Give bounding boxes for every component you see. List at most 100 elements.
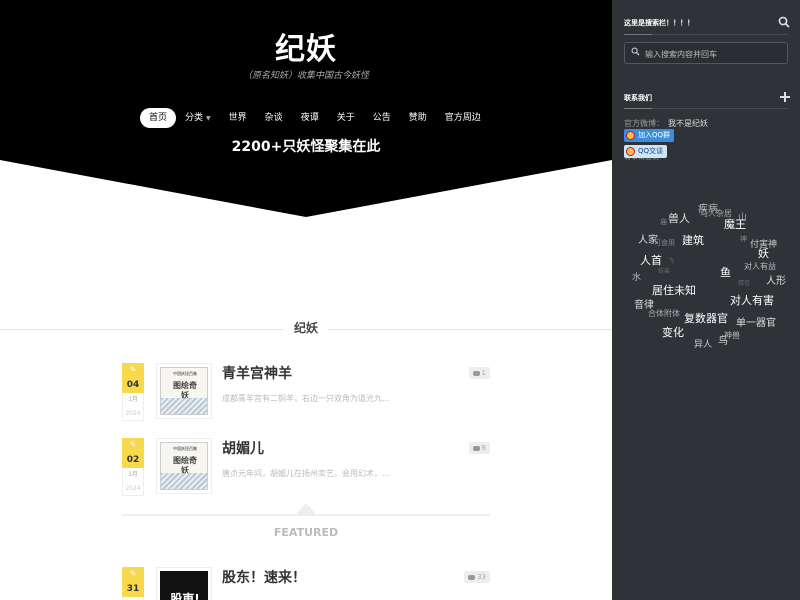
thumbnail-caption: 中国妖怪百集 [173, 371, 197, 376]
widget-accent [624, 34, 652, 35]
tag-cloud-item[interactable]: 单一器官 [736, 314, 776, 329]
post-thumbnail[interactable]: 股東!来! [156, 567, 212, 600]
nav-item-category[interactable]: 分类 ▼ [176, 108, 220, 128]
weibo-link[interactable]: 我不是纪妖 [668, 119, 708, 128]
site-title[interactable]: 纪妖 [0, 24, 612, 68]
post-title[interactable]: 胡媚儿 [222, 438, 264, 458]
nav-item-announcements[interactable]: 公告 [364, 108, 400, 128]
join-qq-group-button[interactable]: 加入QQ群 [624, 129, 675, 142]
date-badge: ✎ 31 [122, 567, 144, 600]
weibo-line: 官方微博： 我不是纪妖 [624, 118, 708, 129]
post-title[interactable]: 股东！速来！ [222, 567, 306, 587]
nav-item-merch[interactable]: 官方周边 [436, 108, 490, 128]
comment-icon [472, 370, 480, 376]
tag-cloud-item[interactable]: 庙 [660, 217, 667, 227]
post-item: ✎ 04 1月 2024 中国妖怪百集 图绘奇妖 青羊宫神羊 成都青羊宫有二铜羊… [122, 363, 490, 425]
main-content: 纪妖 （原名知妖）收集中国古今妖怪 首页 分类 ▼ 世界 杂谈 夜谭 关于 公告 … [0, 0, 612, 600]
nav-item-home[interactable]: 首页 [140, 108, 177, 128]
site-description: （原名知妖）收集中国古今妖怪 [242, 71, 369, 81]
date-day: 31 [122, 581, 144, 597]
search-input[interactable] [645, 47, 783, 61]
comment-count-value: 8 [481, 444, 486, 452]
wave-pattern [161, 473, 207, 489]
tag-cloud-item[interactable]: 居住未知 [652, 282, 696, 298]
tag-cloud-item[interactable]: 水 [632, 270, 641, 283]
qq-join-label: 加入QQ群 [638, 131, 671, 139]
nav-label: 赞助 [408, 113, 427, 123]
widget-accent [624, 108, 652, 109]
comment-count[interactable]: 1 [468, 367, 490, 379]
tag-cloud-item[interactable]: 妖兽 [658, 266, 670, 275]
contact-widget-title: 联系我们 [624, 94, 652, 102]
post-title[interactable]: 青羊宫神羊 [222, 363, 292, 383]
date-year: 2024 [122, 482, 144, 496]
tag-cloud-item[interactable]: 兽人 [668, 210, 690, 226]
nav-item-misc[interactable]: 杂谈 [256, 108, 292, 128]
nav-label: 世界 [228, 113, 247, 123]
qq-icon [626, 147, 635, 156]
tag-cloud-item[interactable]: 鱼 [720, 264, 731, 280]
tag-cloud-item[interactable]: 建筑 [682, 232, 704, 248]
search-box [624, 42, 788, 64]
tag-cloud-item[interactable]: 精怪 [738, 278, 750, 287]
tag-cloud-item[interactable]: 对人有害 [730, 292, 774, 308]
tag-cloud-item[interactable]: 人形 [766, 272, 786, 287]
tag-cloud-item[interactable]: 妖 [758, 245, 769, 261]
hero-tagline: 2200+只妖怪聚集在此 [231, 139, 381, 155]
nav-item-about[interactable]: 关于 [328, 108, 364, 128]
nav-label: 官方周边 [444, 113, 481, 123]
wave-pattern [161, 398, 207, 414]
comment-count-value: 33 [477, 573, 486, 581]
comment-count[interactable]: 8 [468, 442, 490, 454]
comment-icon [472, 445, 480, 451]
date-month: 1月 [122, 393, 144, 407]
tag-cloud: 疾病山兽人 马人杂居 魔王庙人家 可食用 建筑 付害神妖人首鱼对人有益水人形 居住未知 对人有… [612, 190, 800, 360]
nav-label: 分类 [185, 113, 204, 123]
tag-cloud-item[interactable]: 鸟 [718, 332, 728, 347]
nav-item-sponsor[interactable]: 赞助 [400, 108, 436, 128]
tag-cloud-item[interactable]: 魔王 [724, 216, 746, 232]
sidebar: 这里是搜索栏！！！！ 联系我们 官方微博：我不是纪妖 有事请直说 加入QQ群 Q… [612, 0, 800, 600]
pencil-icon: ✎ [122, 363, 144, 377]
weibo-label: 官方微博： [624, 119, 664, 128]
thumbnail-text: 股東!来! [170, 592, 200, 600]
post-item: ✎ 31 股東!来! 股东！速来！ 33 [122, 567, 490, 600]
date-badge: ✎ 04 1月 2024 [122, 363, 144, 421]
nav-label: 首页 [149, 113, 168, 123]
post-thumbnail[interactable]: 中国妖怪百集 图绘奇妖 [156, 363, 212, 419]
search-input-icon [631, 47, 640, 56]
tag-cloud-item[interactable]: 异人 [694, 337, 712, 350]
plus-icon[interactable] [780, 92, 790, 102]
featured-label: FEATURED [273, 526, 339, 539]
date-day: 04 [122, 377, 144, 393]
tag-cloud-item[interactable]: 变化 [662, 324, 684, 340]
thumbnail-caption: 中国妖怪百集 [173, 446, 197, 451]
nav-item-night-tales[interactable]: 夜谭 [292, 108, 328, 128]
search-icon[interactable] [778, 16, 790, 28]
comment-count[interactable]: 33 [464, 571, 490, 583]
featured-divider [122, 514, 490, 516]
search-widget-title: 这里是搜索栏！！！！ [624, 19, 694, 27]
tag-cloud-item[interactable]: 飞 [668, 256, 674, 265]
nav-label: 关于 [336, 113, 355, 123]
featured-notch [296, 503, 316, 514]
qq-icon [626, 131, 635, 140]
pencil-icon: ✎ [122, 438, 144, 452]
qq-chat-button[interactable]: QQ交谈 [624, 145, 668, 158]
post-excerpt: 成都青羊宫有二铜羊，右边一只双角为道光九... [222, 394, 390, 403]
main-nav: 首页 分类 ▼ 世界 杂谈 夜谭 关于 公告 赞助 官方周边 [140, 108, 490, 128]
tag-cloud-item[interactable]: 对人有益 [744, 261, 776, 272]
tag-cloud-item[interactable]: 可食用 [654, 238, 675, 248]
tag-cloud-item[interactable]: 合体附体 [648, 308, 680, 319]
comment-icon [468, 574, 476, 580]
post-item: ✎ 02 1月 2024 中国妖怪百集 图绘奇妖 胡媚儿 唐贞元年间，胡媚儿在扬… [122, 438, 490, 500]
post-thumbnail[interactable]: 中国妖怪百集 图绘奇妖 [156, 438, 212, 494]
qq-chat-label: QQ交谈 [638, 147, 664, 155]
tag-cloud-item[interactable]: 复数器官 [684, 310, 728, 326]
date-badge: ✎ 02 1月 2024 [122, 438, 144, 496]
hero-header: 纪妖 （原名知妖）收集中国古今妖怪 首页 分类 ▼ 世界 杂谈 夜谭 关于 公告 … [0, 0, 612, 220]
tag-cloud-item[interactable]: 神 [740, 234, 747, 244]
nav-label: 杂谈 [264, 113, 283, 123]
date-day: 02 [122, 452, 144, 468]
nav-item-world[interactable]: 世界 [220, 108, 256, 128]
